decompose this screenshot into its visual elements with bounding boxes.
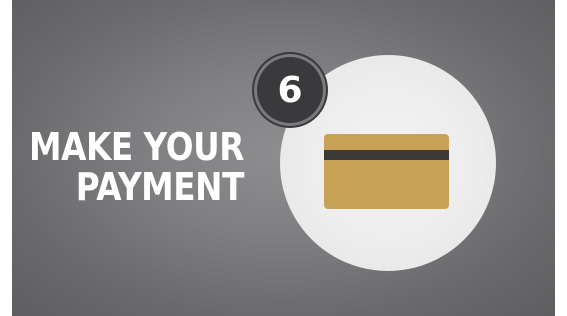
card-magnetic-stripe <box>324 150 449 160</box>
step-number-badge: 6 <box>257 57 323 123</box>
headline-line-2: PAYMENT <box>75 165 245 209</box>
step-slide: MAKE YOUR PAYMENT 6 <box>12 0 555 316</box>
headline-line-1: MAKE YOUR <box>29 125 244 169</box>
step-headline: MAKE YOUR PAYMENT <box>29 127 244 207</box>
credit-card-icon <box>324 134 449 209</box>
slide-frame: MAKE YOUR PAYMENT 6 <box>0 0 567 316</box>
